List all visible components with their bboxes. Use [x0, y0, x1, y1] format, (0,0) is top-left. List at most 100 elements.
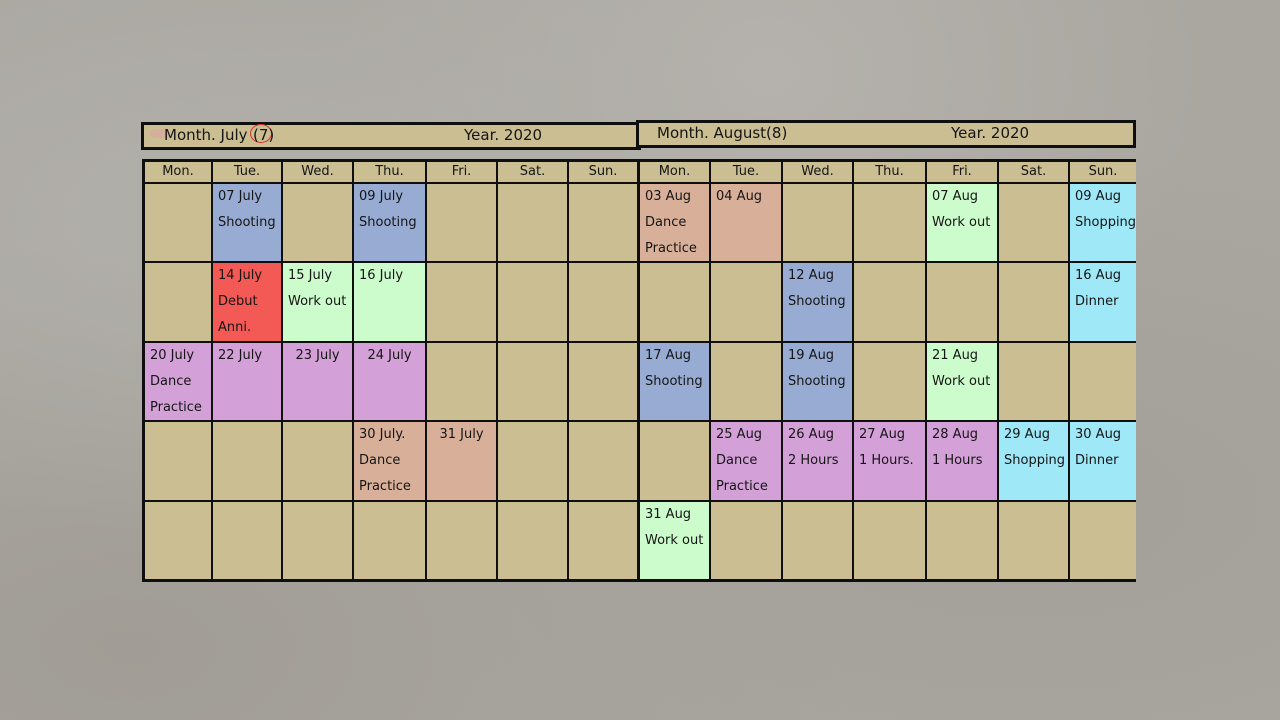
calendar-cell[interactable] — [427, 342, 496, 421]
calendar-cell-aug-27[interactable]: 27 Aug 1 Hours. — [854, 422, 925, 500]
calendar-cell-aug-07[interactable]: 07 Aug Work out — [927, 184, 997, 262]
calendar-cell[interactable] — [213, 422, 281, 500]
calendar-cell[interactable] — [711, 342, 781, 421]
august-weekday-wed: Wed. — [783, 162, 852, 182]
calendar-cell-aug-21[interactable]: 21 Aug Work out — [927, 342, 997, 421]
calendar-cell[interactable] — [1070, 342, 1136, 421]
event-date: 30 Aug — [1075, 427, 1122, 443]
calendar-cell-aug-25[interactable]: 25 Aug Dance Practice — [711, 422, 781, 500]
calendar-cell-aug-09[interactable]: 09 Aug Shopping — [1070, 184, 1136, 262]
event-date: 14 July — [218, 268, 263, 284]
event-date: 16 Aug — [1075, 268, 1122, 284]
august-calendar: Mon. Tue. Wed. Thu. Fri. Sat. Sun. 03 Au… — [637, 159, 1136, 582]
calendar-cell-aug-17[interactable]: 17 Aug Shooting — [640, 342, 709, 421]
calendar-cell[interactable] — [427, 501, 496, 579]
calendar-cell[interactable] — [783, 501, 852, 579]
calendar-cell-july-24[interactable]: 24 July — [354, 342, 425, 421]
event-date: 23 July — [295, 347, 340, 363]
calendar-cell-july-15[interactable]: 15 July Work out — [283, 263, 352, 341]
calendar-cell[interactable] — [145, 263, 211, 341]
calendar-cell[interactable] — [498, 263, 567, 341]
calendar-cell-july-31[interactable]: 31 July — [427, 422, 496, 500]
calendar-cell[interactable] — [283, 184, 352, 262]
calendar-cell-july-16[interactable]: 16 July — [354, 263, 425, 341]
event-title: Work out — [932, 373, 991, 389]
calendar-cell[interactable] — [854, 184, 925, 262]
calendar-cell-aug-12[interactable]: 12 Aug Shooting — [783, 263, 852, 341]
calendar-cell-aug-29[interactable]: 29 Aug Shopping — [999, 422, 1068, 500]
event-title: Debut — [218, 294, 258, 310]
event-subtitle: Anni. — [218, 320, 252, 336]
calendar-cell[interactable] — [427, 263, 496, 341]
event-title: Shooting — [645, 373, 703, 389]
calendar-cell[interactable] — [569, 184, 637, 262]
calendar-cell[interactable] — [283, 422, 352, 500]
calendar-cell[interactable] — [711, 263, 781, 341]
calendar-cell[interactable] — [145, 501, 211, 579]
event-title: Dance — [359, 453, 401, 469]
calendar-cell-july-23[interactable]: 23 July — [283, 342, 352, 421]
calendar-cell-aug-16[interactable]: 16 Aug Dinner — [1070, 263, 1136, 341]
august-weekday-sat: Sat. — [999, 162, 1068, 182]
calendar-cell[interactable] — [711, 501, 781, 579]
july-weekday-sat: Sat. — [498, 162, 567, 182]
calendar-cell[interactable] — [999, 501, 1068, 579]
calendar-cell[interactable] — [854, 263, 925, 341]
calendar-cell[interactable] — [1070, 501, 1136, 579]
august-month-label: Month. August(8) — [657, 124, 788, 142]
calendar-cell[interactable] — [927, 501, 997, 579]
calendar-cell[interactable] — [498, 501, 567, 579]
calendar-cell[interactable] — [213, 501, 281, 579]
calendar-cell-july-07[interactable]: 07 July Shooting — [213, 184, 281, 262]
calendar-cell[interactable] — [569, 342, 637, 421]
calendar-cell[interactable] — [999, 263, 1068, 341]
calendar-cell[interactable] — [640, 263, 709, 341]
calendar-cell[interactable] — [498, 422, 567, 500]
calendar-cell-aug-28[interactable]: 28 Aug 1 Hours — [927, 422, 997, 500]
calendar-cell-july-09[interactable]: 09 July Shooting — [354, 184, 425, 262]
calendar-cell-july-14[interactable]: 14 July Debut Anni.🎉 — [213, 263, 281, 341]
august-year-label: Year. 2020 — [951, 124, 1030, 142]
calendar-cell-aug-30[interactable]: 30 Aug Dinner — [1070, 422, 1136, 500]
event-title: 2 Hours — [788, 453, 839, 469]
calendar-cell-aug-04[interactable]: 04 Aug — [711, 184, 781, 262]
calendar-cell[interactable] — [498, 184, 567, 262]
event-title: Dance — [716, 453, 758, 469]
calendar-cell[interactable] — [145, 422, 211, 500]
calendar-cell[interactable] — [854, 342, 925, 421]
calendar-cell-july-30[interactable]: 30 July. Dance Practice — [354, 422, 425, 500]
calendar-cell[interactable] — [640, 422, 709, 500]
event-date: 24 July — [367, 347, 412, 363]
event-date: 07 July — [218, 189, 263, 204]
event-date: 27 Aug — [859, 427, 906, 443]
calendar-cell[interactable] — [999, 184, 1068, 262]
calendar-cell[interactable] — [999, 342, 1068, 421]
calendar-cell-aug-26[interactable]: 26 Aug 2 Hours — [783, 422, 852, 500]
event-date: 15 July — [288, 268, 333, 284]
calendar-cell[interactable] — [783, 184, 852, 262]
calendar-cell[interactable] — [354, 501, 425, 579]
event-date: 30 July. — [359, 427, 406, 443]
calendar-cell[interactable] — [427, 184, 496, 262]
calendar-cell-aug-31[interactable]: 31 Aug Work out — [640, 501, 709, 579]
calendar-cell[interactable] — [569, 501, 637, 579]
calendar-cell[interactable] — [145, 184, 211, 262]
calendar-cell[interactable] — [498, 342, 567, 421]
event-title: Shooting — [788, 294, 846, 310]
calendar-cell-july-22[interactable]: 22 July — [213, 342, 281, 421]
event-subtitle-row: Anni.🎉 — [218, 315, 276, 340]
calendar-cell-aug-19[interactable]: 19 Aug Shooting — [783, 342, 852, 421]
calendar-cell[interactable] — [569, 422, 637, 500]
event-title: Dance — [150, 373, 192, 389]
event-date: 04 Aug — [716, 189, 763, 204]
event-date: 31 Aug — [645, 506, 692, 522]
calendar-cell-aug-03[interactable]: 03 Aug Dance Practice — [640, 184, 709, 262]
calendar-cell[interactable] — [283, 501, 352, 579]
calendar-cell[interactable] — [569, 263, 637, 341]
calendar-cell[interactable] — [927, 263, 997, 341]
event-date: 07 Aug — [932, 189, 979, 204]
august-weekday-tue: Tue. — [711, 162, 781, 182]
calendar-cell[interactable] — [854, 501, 925, 579]
event-date: 16 July — [359, 268, 404, 284]
calendar-cell-july-20[interactable]: 20 July Dance Practice — [145, 342, 211, 421]
